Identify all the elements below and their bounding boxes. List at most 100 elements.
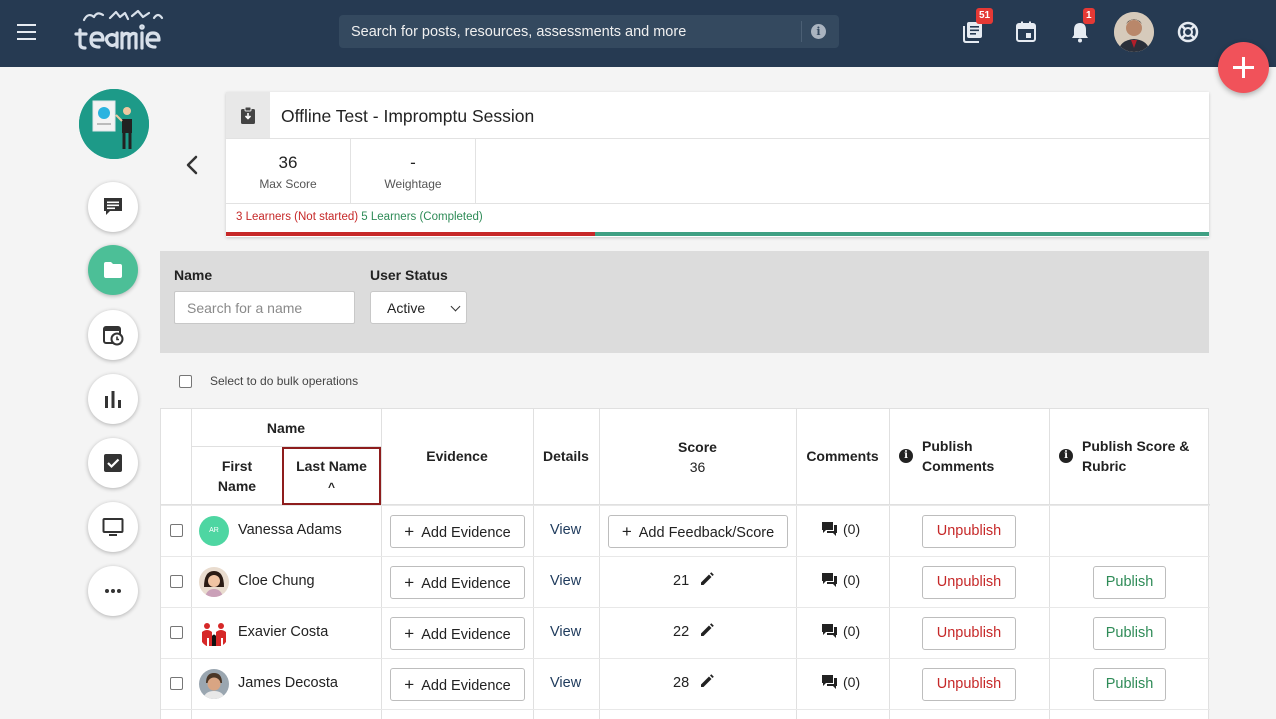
rail-posts-button[interactable] — [88, 182, 138, 232]
weightage-value: - — [410, 153, 416, 172]
help-icon[interactable] — [1176, 20, 1200, 44]
rail-analytics-button[interactable] — [88, 374, 138, 424]
comments-icon — [822, 675, 837, 689]
col-first-name-header[interactable]: First Name — [191, 456, 283, 496]
create-new-button[interactable] — [1218, 42, 1269, 93]
col-comments-header: Comments — [806, 448, 879, 464]
rail-schedule-button[interactable] — [88, 310, 138, 360]
global-search[interactable]: Search for posts, resources, assessments… — [339, 15, 839, 48]
name-filter-label: Name — [174, 267, 213, 283]
add-feedback-score-button[interactable]: + Add Feedback/Score — [608, 515, 788, 548]
comments-icon — [822, 522, 837, 536]
publish-comments-line1: Publish — [922, 438, 973, 454]
bar-chart-icon — [105, 391, 121, 408]
add-evidence-button[interactable]: + Add Evidence — [390, 617, 525, 650]
table-row: Exavier Costa + Add Evidence View 22 (0) … — [161, 607, 1210, 658]
view-details-link[interactable]: View — [550, 624, 581, 640]
back-chevron-icon[interactable] — [184, 154, 200, 176]
course-image[interactable] — [79, 89, 149, 159]
user-avatar[interactable] — [1114, 12, 1154, 52]
score-header-max: 36 — [689, 459, 706, 475]
calendar-icon[interactable] — [1014, 20, 1038, 44]
row-checkbox[interactable] — [170, 626, 183, 639]
rail-present-button[interactable] — [88, 502, 138, 552]
unpublish-comments-button[interactable]: Unpublish — [922, 515, 1016, 548]
chat-icon — [104, 198, 122, 215]
col-evidence-header: Evidence — [426, 448, 488, 464]
unpublish-comments-button[interactable]: Unpublish — [922, 668, 1016, 701]
comments-count[interactable]: (0) — [821, 572, 860, 588]
rail-resources-button[interactable] — [88, 245, 138, 295]
col-publish-comments-header: i Publish Comments — [889, 436, 1049, 476]
view-details-link[interactable]: View — [550, 522, 581, 538]
row-checkbox[interactable] — [170, 524, 183, 537]
score-value: 28 — [673, 675, 690, 691]
row-checkbox[interactable] — [170, 575, 183, 588]
menu-icon[interactable] — [17, 24, 36, 40]
completed-count[interactable]: 5 Learners (Completed) — [361, 211, 482, 223]
table-row: James Decosta + Add Evidence View 28 (0) … — [161, 658, 1210, 709]
folder-icon — [104, 262, 122, 278]
progress-completed — [595, 232, 1209, 236]
col-last-name-header[interactable]: Last Name ^ — [282, 447, 381, 505]
view-details-link[interactable]: View — [550, 675, 581, 691]
info-icon[interactable]: i — [1059, 449, 1073, 463]
col-publish-rubric-header: i Publish Score & Rubric — [1049, 436, 1209, 476]
edit-pencil-icon[interactable] — [699, 673, 715, 689]
checkbox-icon — [104, 454, 122, 472]
bulk-select-label: Select to do bulk operations — [210, 374, 359, 388]
row-checkbox[interactable] — [170, 677, 183, 690]
add-evidence-button[interactable]: + Add Evidence — [390, 515, 525, 548]
comments-count[interactable]: (0) — [821, 674, 860, 690]
bulk-select-checkbox[interactable] — [179, 375, 192, 389]
col-details-header: Details — [543, 448, 589, 464]
assessment-type-box — [226, 92, 270, 138]
clipboard-download-icon — [241, 106, 255, 124]
publish-rubric-button[interactable]: Publish — [1093, 668, 1166, 701]
library-badge: 51 — [976, 8, 994, 24]
edit-pencil-icon[interactable] — [699, 571, 715, 587]
first-name-line1: First — [221, 458, 253, 474]
add-evidence-button[interactable]: + Add Evidence — [390, 566, 525, 599]
learner-status: 3 Learners (Not started) 5 Learners (Com… — [236, 211, 483, 223]
first-name-line2: Name — [217, 478, 257, 494]
avatar — [199, 567, 229, 597]
info-icon[interactable]: i — [899, 449, 913, 463]
comments-count[interactable]: (0) — [821, 521, 860, 537]
avatar: AR — [199, 516, 229, 546]
progress-not-started — [226, 232, 595, 236]
score-header-label: Score — [678, 439, 717, 455]
sort-ascending-icon: ^ — [327, 480, 335, 494]
rail-more-button[interactable] — [88, 566, 138, 616]
teamie-logo[interactable] — [70, 6, 170, 56]
rail-tasks-button[interactable] — [88, 438, 138, 488]
publish-rubric-button[interactable]: Publish — [1093, 617, 1166, 650]
table-row: Cloe Chung + Add Evidence View 21 (0) Unp… — [161, 556, 1210, 607]
user-status-value: Active — [387, 300, 426, 316]
learner-name[interactable]: James Decosta — [238, 675, 338, 691]
edit-pencil-icon[interactable] — [699, 622, 715, 638]
comments-count[interactable]: (0) — [821, 623, 860, 639]
user-status-select[interactable]: Active — [370, 291, 467, 324]
comments-icon — [822, 624, 837, 638]
search-divider — [801, 21, 802, 42]
info-icon[interactable]: i — [811, 24, 826, 39]
learner-name[interactable]: Exavier Costa — [238, 624, 328, 640]
publish-rubric-button[interactable]: Publish — [1093, 566, 1166, 599]
add-evidence-button[interactable]: + Add Evidence — [390, 668, 525, 701]
monitor-icon — [102, 518, 124, 536]
learner-name[interactable]: Cloe Chung — [238, 573, 315, 589]
publish-rubric-line1: Publish Score & — [1082, 438, 1190, 454]
unpublish-comments-button[interactable]: Unpublish — [922, 617, 1016, 650]
search-placeholder[interactable]: Search for posts, resources, assessments… — [351, 24, 686, 40]
not-started-count[interactable]: 3 Learners (Not started) — [236, 211, 358, 223]
unpublish-comments-button[interactable]: Unpublish — [922, 566, 1016, 599]
learner-name[interactable]: Vanessa Adams — [238, 522, 342, 538]
view-details-link[interactable]: View — [550, 573, 581, 589]
name-search-input[interactable] — [174, 291, 355, 324]
bulk-select: Select to do bulk operations — [179, 374, 358, 389]
publish-rubric-line2: Rubric — [1082, 458, 1127, 474]
score-value: 22 — [673, 624, 690, 640]
max-score-value: 36 — [278, 153, 298, 172]
submissions-table: Name First Name Last Name ^ Evidence Det… — [160, 408, 1210, 719]
